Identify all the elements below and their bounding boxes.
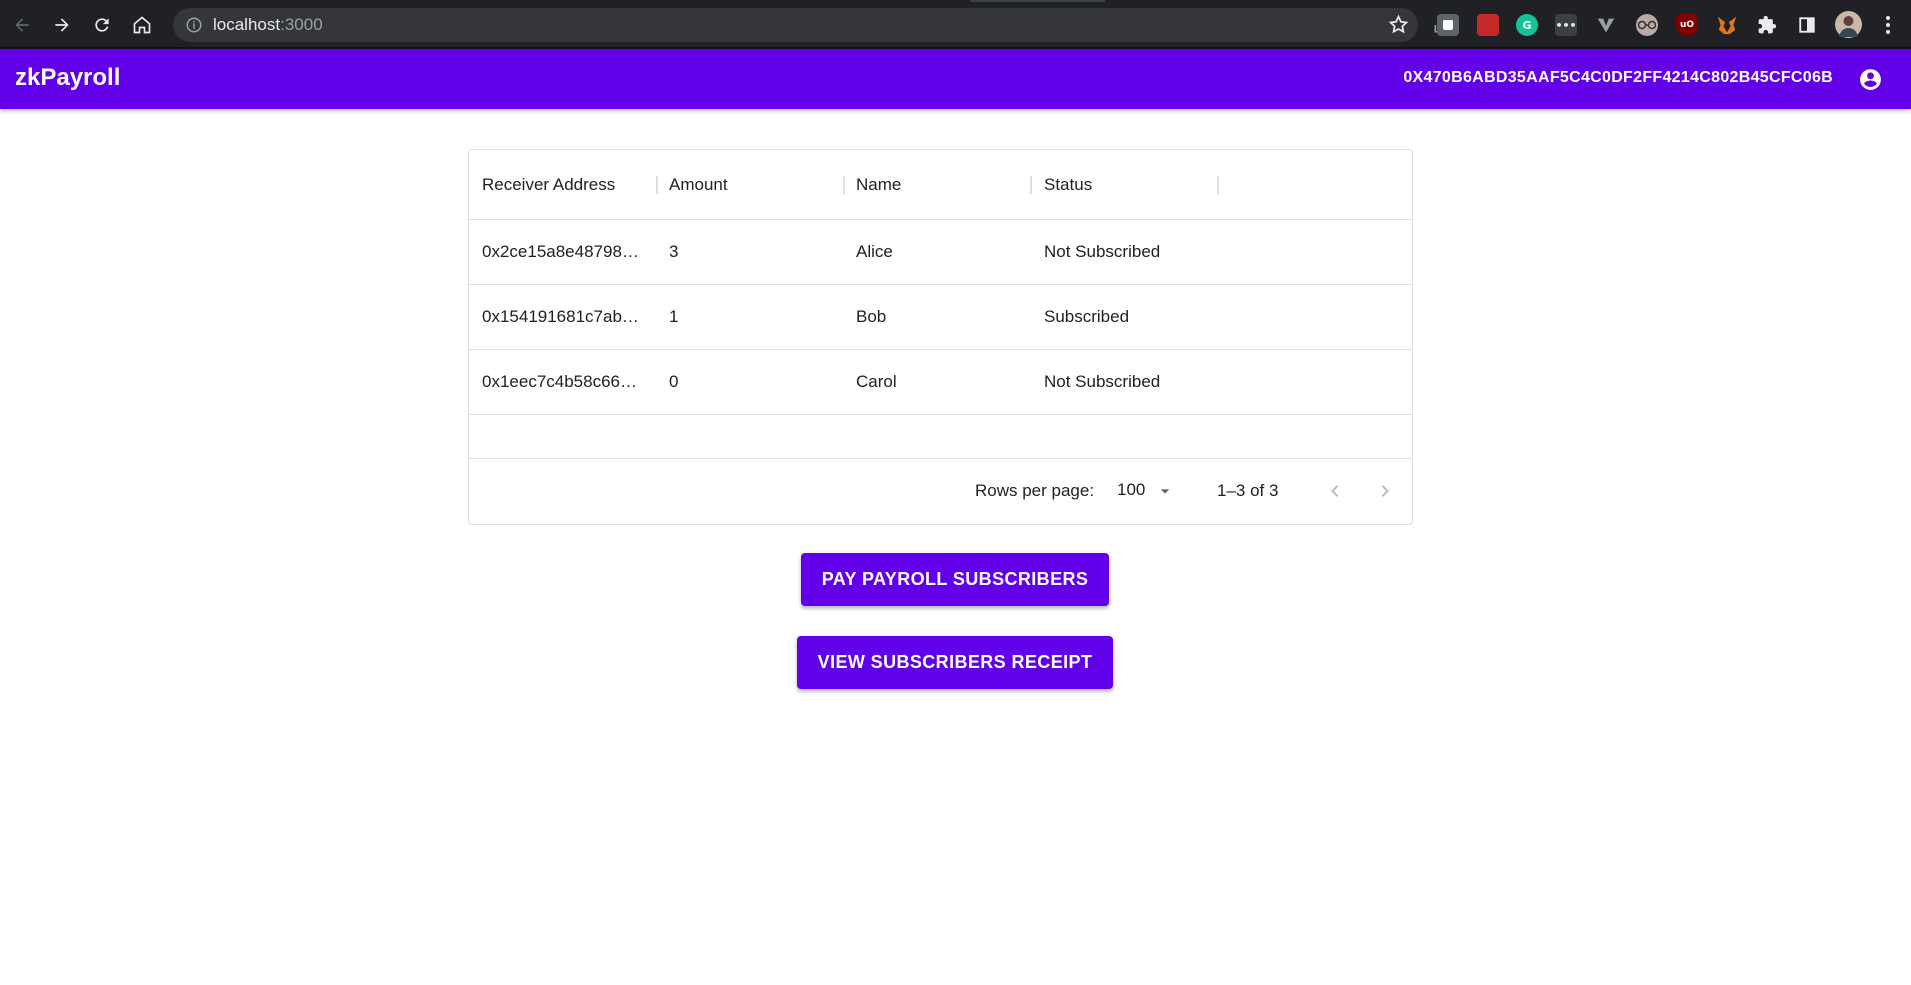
app-title: zkPayroll [15,64,121,91]
tab-capture-icon[interactable] [1437,14,1459,36]
pagination-range: 1–3 of 3 [1217,481,1279,500]
rows-per-page-select[interactable]: 100 [1117,480,1145,500]
menu-kebab-icon[interactable] [1880,15,1896,35]
column-separator[interactable] [656,176,658,194]
dots-extension-icon[interactable]: ••• [1555,14,1577,36]
column-header-name[interactable]: Name [856,150,901,220]
bookmark-red-icon[interactable] [1477,14,1499,36]
address-bar[interactable]: localhost:3000 [173,8,1450,42]
bookmark-star-icon[interactable] [1388,14,1409,35]
column-header-amount[interactable]: Amount [669,150,728,220]
chevron-right-icon[interactable] [1373,479,1397,503]
app-bar: zkPayroll 0X470B6ABD35AAF5C4C0DF2FF4214C… [0,49,1911,109]
column-separator[interactable] [1217,176,1219,194]
ublock-origin-icon[interactable]: uO [1676,14,1698,36]
vimium-icon[interactable] [1595,14,1617,36]
column-separator[interactable] [1030,176,1032,194]
payroll-table: Receiver Address Amount Name Status 0x2c… [468,149,1413,525]
table-row[interactable]: 0x154191681c7ab… 1 Bob Subscribed [469,285,1412,350]
glasses-extension-icon[interactable] [1636,14,1658,36]
view-subscribers-receipt-button[interactable]: VIEW SUBSCRIBERS RECEIPT [797,636,1113,689]
cell-receiver-address: 0x154191681c7ab… [482,307,639,326]
arrow-left-icon [15,18,29,32]
url-port: :3000 [280,15,323,34]
home-button[interactable] [127,10,157,40]
pay-payroll-subscribers-button[interactable]: PAY PAYROLL SUBSCRIBERS [801,553,1109,606]
back-button[interactable] [7,10,37,40]
table-pagination: Rows per page: 100 1–3 of 3 [469,458,1412,525]
reload-icon [95,18,109,32]
rows-per-page-label: Rows per page: [975,481,1095,500]
cell-receiver-address: 0x1eec7c4b58c66… [482,372,638,391]
extensions-puzzle-icon[interactable] [1756,14,1778,36]
wallet-address[interactable]: 0X470B6ABD35AAF5C4C0DF2FF4214C802B45CFC0… [1403,69,1833,87]
caret-down-icon[interactable] [1155,481,1175,501]
chevron-left-icon[interactable] [1323,479,1347,503]
cell-status: Not Subscribed [1044,242,1161,261]
info-icon [186,17,202,33]
tab-strip-indicator [970,0,1105,2]
reload-button[interactable] [87,10,117,40]
table-row[interactable]: 0x2ce15a8e48798… 3 Alice Not Subscribed [469,220,1412,285]
cell-receiver-address: 0x2ce15a8e48798… [482,242,639,261]
grammarly-icon[interactable]: G [1516,14,1538,36]
cell-name: Carol [856,372,897,391]
table-row[interactable]: 0x1eec7c4b58c66… 0 Carol Not Subscribed [469,350,1412,415]
home-icon [133,16,151,34]
cell-amount: 1 [669,307,679,326]
metamask-icon[interactable] [1716,14,1738,36]
browser-toolbar: localhost:3000 G ••• uO [0,0,1911,49]
cell-status: Not Subscribed [1044,372,1161,391]
profile-avatar-icon[interactable] [1835,11,1862,38]
cell-amount: 3 [669,242,679,261]
column-separator[interactable] [843,176,845,194]
column-header-receiver-address[interactable]: Receiver Address [482,150,615,220]
arrow-right-icon [55,18,69,32]
table-header: Receiver Address Amount Name Status [469,150,1412,220]
cell-name: Alice [856,242,893,261]
account-circle-icon[interactable] [1858,67,1883,92]
url-host: localhost [213,15,281,34]
forward-button[interactable] [47,10,77,40]
side-panel-icon[interactable] [1796,14,1818,36]
cell-amount: 0 [669,372,679,391]
cell-name: Bob [856,307,887,326]
column-header-status[interactable]: Status [1044,150,1092,220]
cell-status: Subscribed [1044,307,1130,326]
url-text: localhost:3000 [213,15,323,35]
